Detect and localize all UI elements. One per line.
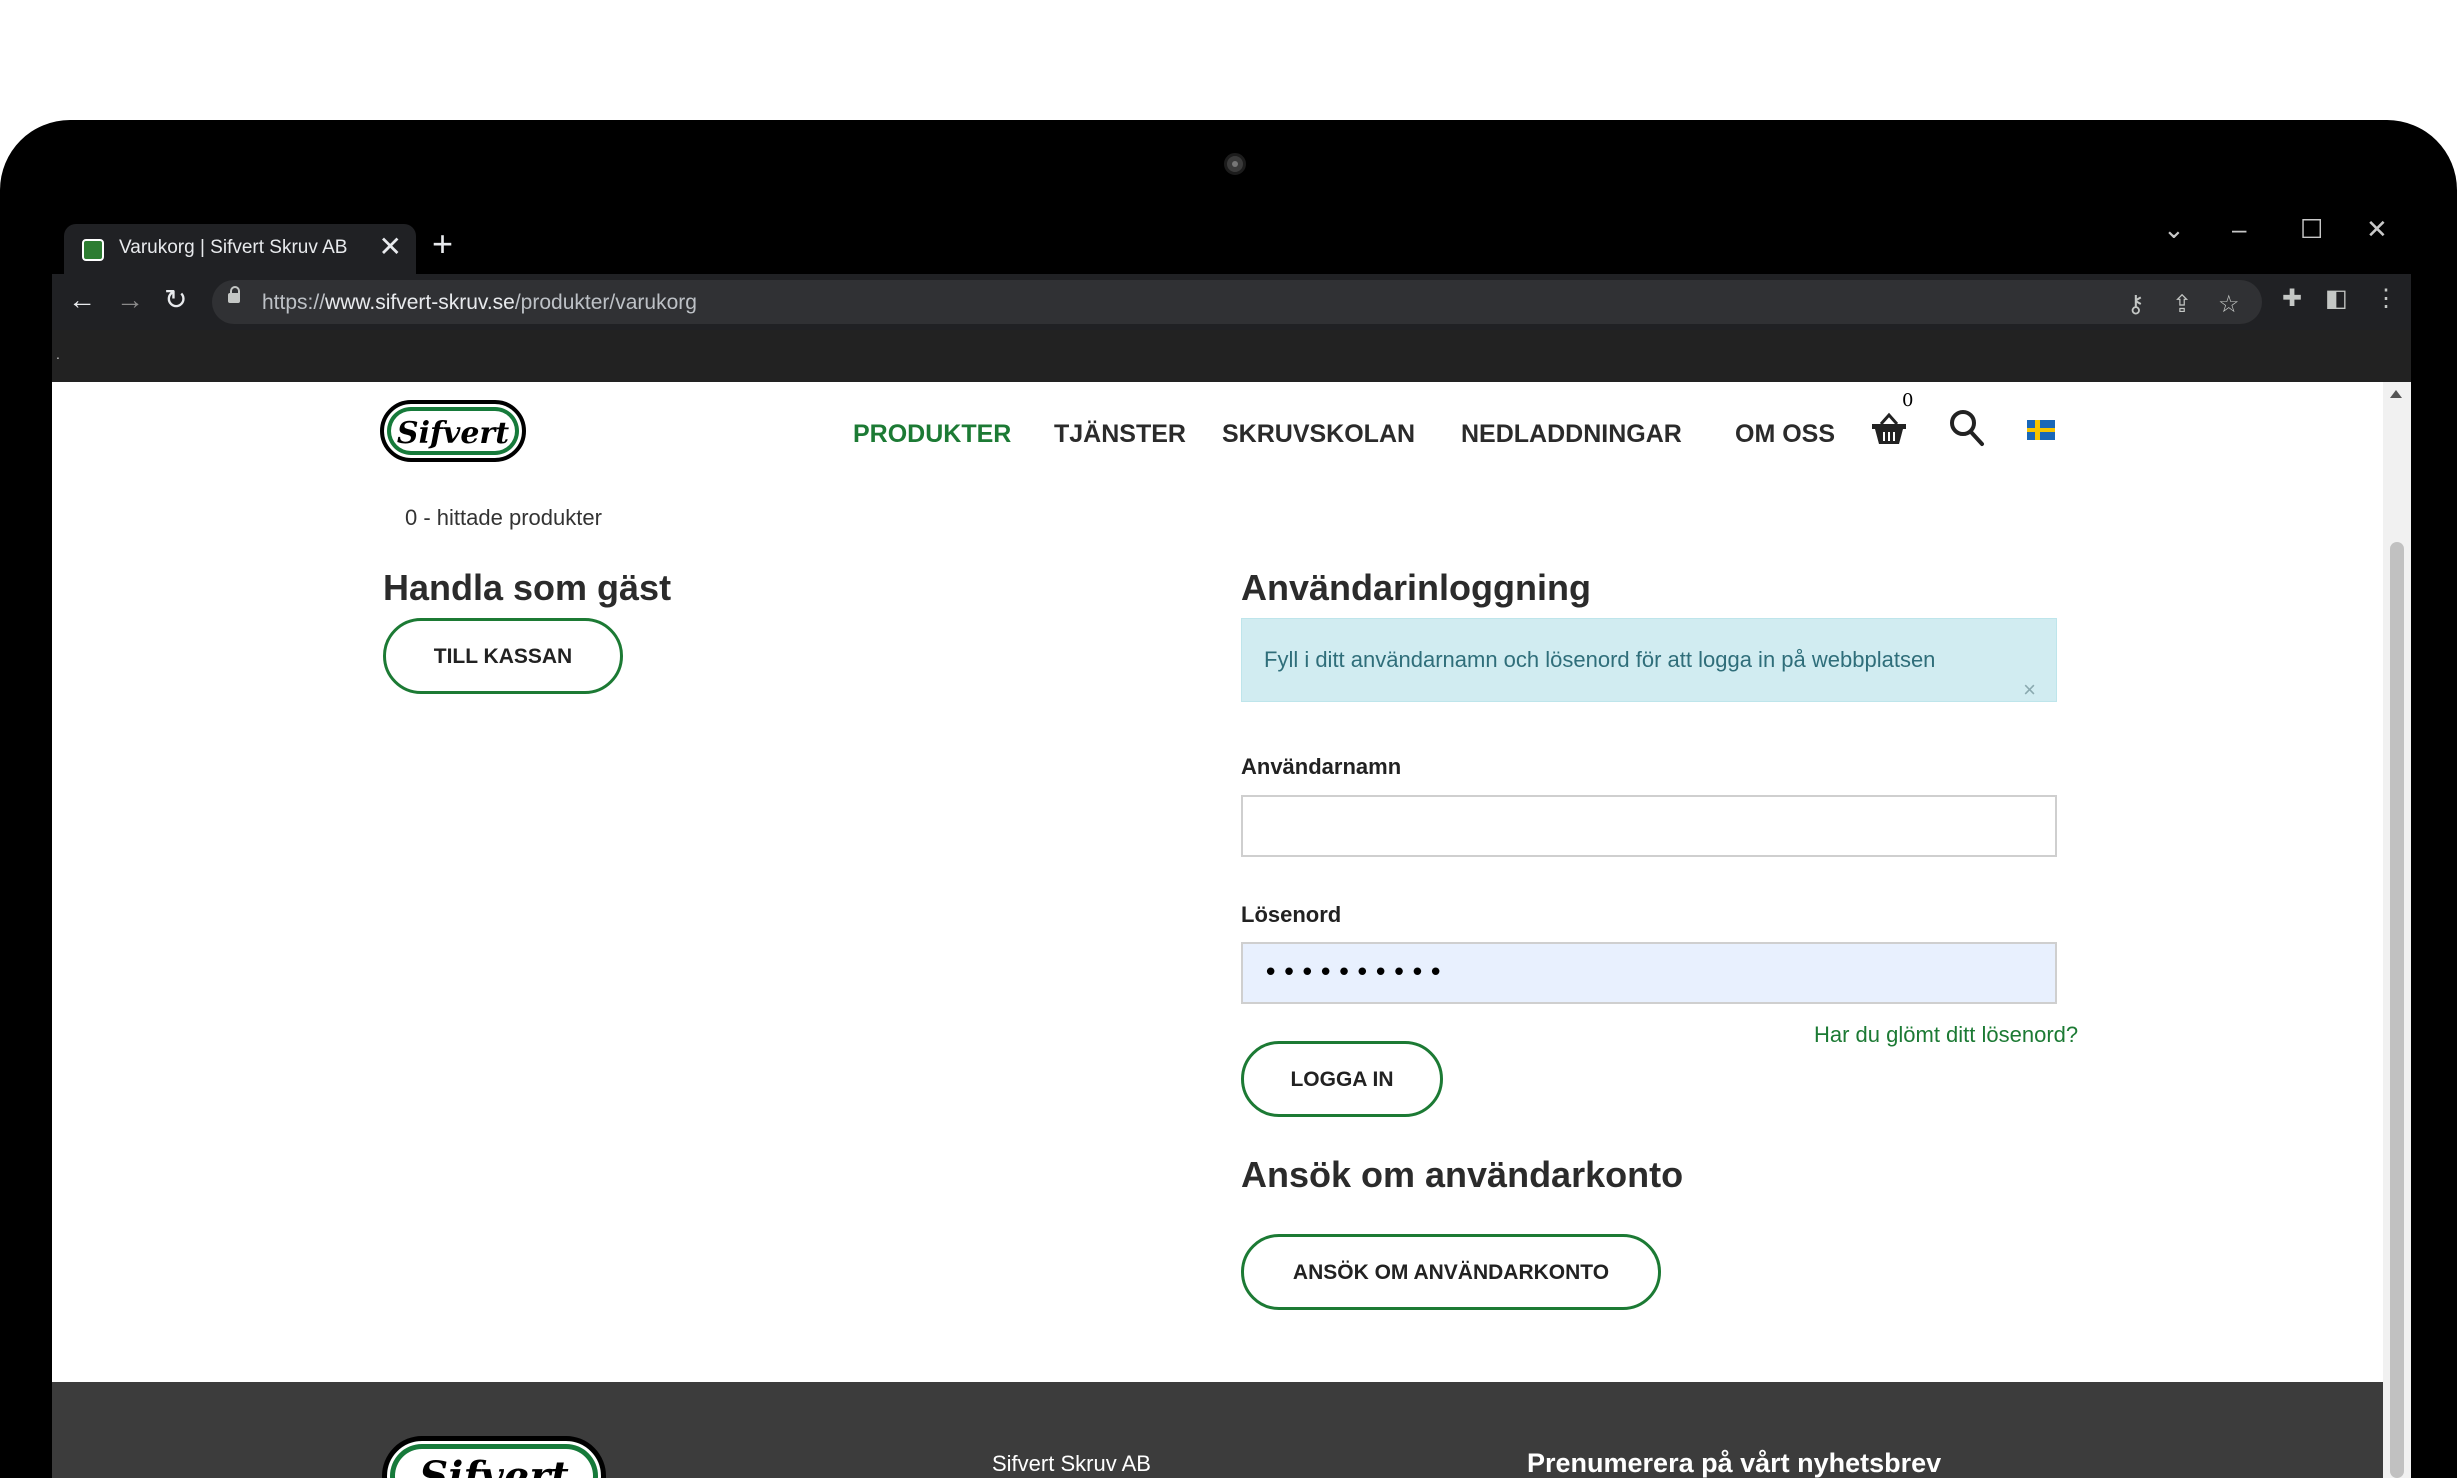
tab-close-icon[interactable]: ✕ <box>379 232 402 262</box>
alert-message: Fyll i ditt användarnamn och lösenord fö… <box>1264 647 1936 672</box>
nav-tjanster[interactable]: TJÄNSTER <box>1054 420 1186 449</box>
new-tab-icon[interactable]: + <box>432 226 453 262</box>
basket-icon[interactable] <box>1870 412 1908 446</box>
side-panel-icon[interactable]: ◧ <box>2325 284 2348 313</box>
maximize-icon[interactable]: ☐ <box>2300 214 2323 245</box>
swedish-flag-icon[interactable] <box>2027 420 2055 440</box>
bookmark-star-icon[interactable]: ☆ <box>2218 290 2240 319</box>
search-icon[interactable] <box>1949 409 1985 447</box>
forward-icon[interactable]: → <box>116 284 144 316</box>
browser-toolbar: ← → ↻ https://www.sifvert-skruv.se/produ… <box>52 274 2411 330</box>
username-label: Användarnamn <box>1241 754 1402 779</box>
found-products-count: 0 - hittade produkter <box>405 505 602 530</box>
tab-varukorg[interactable]: Varukorg | Sifvert Skruv AB ✕ <box>64 224 416 274</box>
nav-produkter[interactable]: PRODUKTER <box>853 420 1011 449</box>
footer-logo-text: Sifvert <box>419 1453 569 1478</box>
login-info-alert: Fyll i ditt användarnamn och lösenord fö… <box>1241 618 2057 702</box>
login-title: Användarinloggning <box>1241 567 1591 608</box>
site-logo[interactable]: Sifvert <box>380 400 526 462</box>
window-close-icon[interactable]: ✕ <box>2366 214 2388 245</box>
back-icon[interactable]: ← <box>68 284 96 316</box>
checkout-button[interactable]: TILL KASSAN <box>383 618 623 694</box>
url-text: https://www.sifvert-skruv.se/produkter/v… <box>262 291 697 314</box>
address-bar[interactable]: https://www.sifvert-skruv.se/produkter/v… <box>212 280 2262 324</box>
logo-text: Sifvert <box>396 416 510 451</box>
apply-account-button[interactable]: ANSÖK OM ANVÄNDARKONTO <box>1241 1234 1661 1310</box>
guest-title: Handla som gäst <box>383 567 672 608</box>
web-page: Sifvert PRODUKTER TJÄNSTER SKRUVSKOLAN N… <box>52 382 2411 1478</box>
tab-title: Varukorg | Sifvert Skruv AB <box>119 237 348 258</box>
bookmarks-bar: . <box>52 330 2411 382</box>
nav-skruvskolan[interactable]: SKRUVSKOLAN <box>1222 420 1415 449</box>
scroll-up-arrow-icon[interactable] <box>2390 390 2402 398</box>
browser-window: Varukorg | Sifvert Skruv AB ✕ + ⌄ – ☐ ✕ … <box>52 208 2411 1478</box>
scrollbar[interactable] <box>2383 382 2411 1478</box>
webcam <box>1224 153 1246 175</box>
nav-om-oss[interactable]: OM OSS <box>1735 420 1835 449</box>
lock-icon <box>228 286 240 303</box>
register-title: Ansök om användarkonto <box>1241 1154 1684 1195</box>
tab-strip: Varukorg | Sifvert Skruv AB ✕ + ⌄ – ☐ ✕ <box>52 208 2411 274</box>
password-input[interactable]: •••••••••• <box>1241 942 2057 1004</box>
footer-logo[interactable]: Sifvert <box>382 1436 606 1478</box>
bookmarks-bar-text: . <box>56 346 60 362</box>
site-favicon-icon <box>82 239 104 261</box>
tab-search-chevron-icon[interactable]: ⌄ <box>2163 214 2185 245</box>
nav-nedladdningar[interactable]: NEDLADDNINGAR <box>1461 420 1682 449</box>
share-icon[interactable]: ⇪ <box>2172 290 2192 319</box>
login-button[interactable]: LOGGA IN <box>1241 1041 1443 1117</box>
key-icon[interactable]: ⚷ <box>2127 290 2145 319</box>
reload-icon[interactable]: ↻ <box>164 284 187 316</box>
newsletter-title: Prenumerera på vårt nyhetsbrev <box>1527 1448 1942 1478</box>
cart-count: 0 <box>1902 390 1914 411</box>
menu-icon[interactable]: ⋮ <box>2374 284 2398 313</box>
minimize-icon[interactable]: – <box>2232 214 2246 245</box>
footer-company-name: Sifvert Skruv AB <box>992 1451 1151 1476</box>
username-input[interactable] <box>1241 795 2057 857</box>
site-footer: Sifvert Sifvert Skruv AB Prenumerera på … <box>52 1382 2383 1478</box>
scroll-thumb[interactable] <box>2390 542 2404 1478</box>
password-label: Lösenord <box>1241 902 1342 927</box>
forgot-password-link[interactable]: Har du glömt ditt lösenord? <box>1814 1022 2078 1048</box>
extensions-icon[interactable]: ✚ <box>2282 284 2302 313</box>
alert-close-icon[interactable]: × <box>2023 679 2036 701</box>
